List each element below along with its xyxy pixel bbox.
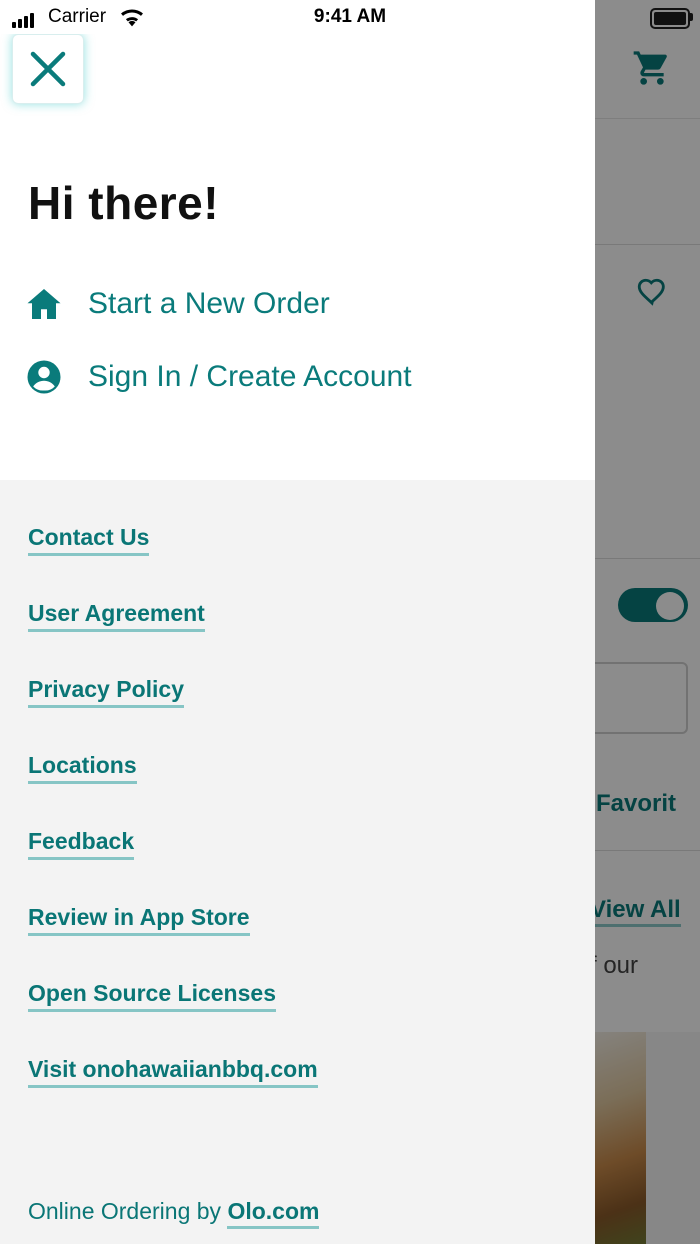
- link-visit-website[interactable]: Visit onohawaiianbbq.com: [28, 1056, 318, 1088]
- link-contact-us[interactable]: Contact Us: [28, 524, 150, 556]
- olo-link[interactable]: Olo.com: [227, 1198, 320, 1229]
- menu-item-start-order[interactable]: Start a New Order: [26, 282, 330, 326]
- footer-prefix: Online Ordering by: [28, 1198, 222, 1224]
- link-feedback[interactable]: Feedback: [28, 828, 135, 860]
- drawer-links-section: [0, 480, 595, 1244]
- menu-item-label: Sign In / Create Account: [88, 360, 412, 393]
- drawer-header-section: Hi there! Start a New Order Sign In / Cr…: [0, 0, 595, 480]
- link-review-app-store[interactable]: Review in App Store: [28, 904, 250, 936]
- battery-tip: [690, 13, 693, 21]
- link-open-source-licenses[interactable]: Open Source Licenses: [28, 980, 276, 1012]
- account-circle-icon: [26, 359, 62, 395]
- side-drawer: Hi there! Start a New Order Sign In / Cr…: [0, 0, 595, 1244]
- battery-icon: [650, 8, 690, 29]
- close-icon: [30, 51, 66, 87]
- menu-item-label: Start a New Order: [88, 287, 330, 320]
- greeting-heading: Hi there!: [28, 177, 220, 229]
- close-button[interactable]: [12, 34, 84, 104]
- footer: Online Ordering by Olo.com: [28, 1198, 320, 1229]
- menu-item-sign-in[interactable]: Sign In / Create Account: [26, 355, 412, 399]
- link-locations[interactable]: Locations: [28, 752, 137, 784]
- link-privacy-policy[interactable]: Privacy Policy: [28, 676, 184, 708]
- home-icon: [26, 286, 62, 322]
- status-time: 9:41 AM: [313, 6, 387, 27]
- link-user-agreement[interactable]: User Agreement: [28, 600, 205, 632]
